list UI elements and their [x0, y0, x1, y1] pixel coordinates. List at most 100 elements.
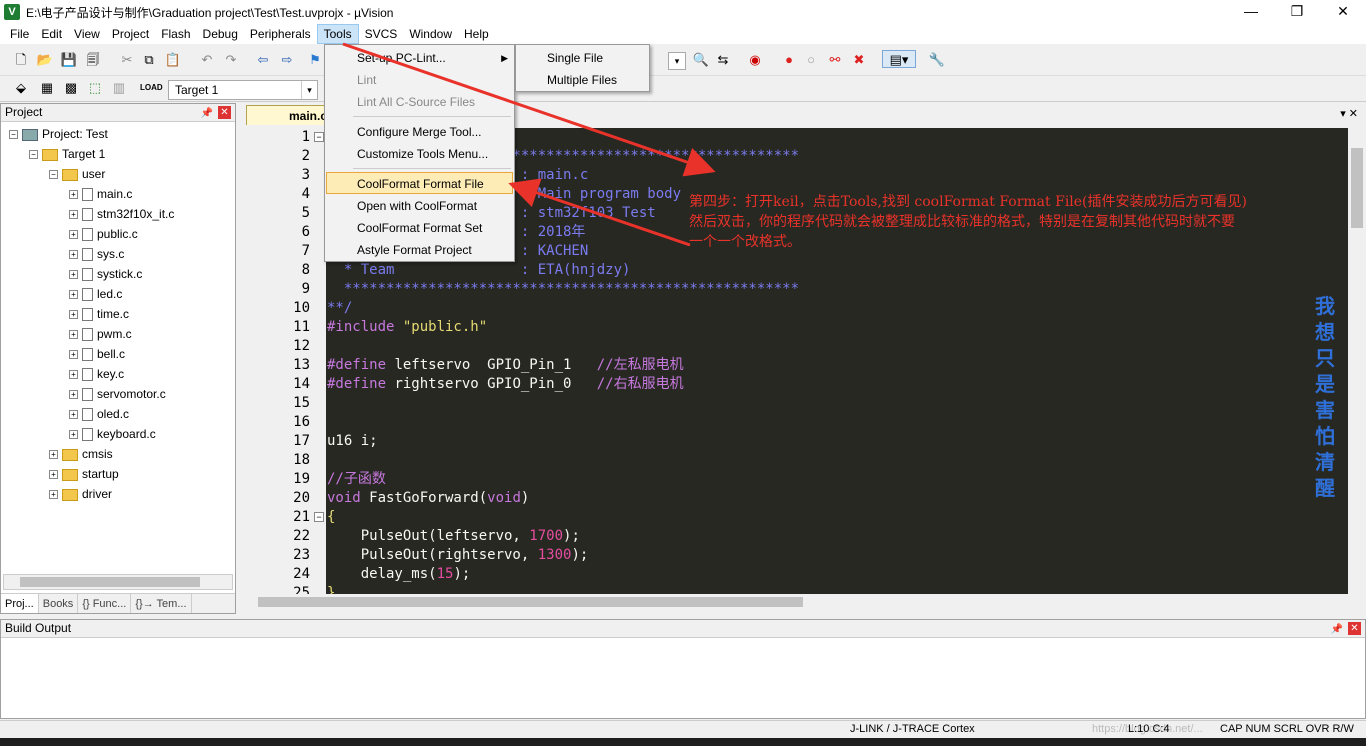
close-icon[interactable]: ✕	[218, 106, 231, 119]
tab-project[interactable]: Proj...	[1, 594, 39, 613]
close-button[interactable]: ✕	[1320, 0, 1366, 24]
expand-icon[interactable]: +	[69, 210, 78, 220]
tree-file[interactable]: + oled.c	[69, 404, 129, 424]
collapse-icon[interactable]: −	[9, 130, 18, 140]
menu-svcs[interactable]: SVCS	[359, 24, 404, 44]
menu-project[interactable]: Project	[106, 24, 155, 44]
tree-target[interactable]: − Target 1	[29, 144, 105, 164]
fold-icon[interactable]: −	[314, 512, 324, 522]
undo-icon[interactable]: ↶	[198, 51, 216, 69]
tree-group[interactable]: + driver	[49, 484, 112, 504]
collapse-icon[interactable]: −	[29, 150, 38, 160]
bookmark-icon[interactable]: ⚑	[306, 51, 324, 69]
open-folder-icon[interactable]: 📂	[36, 51, 54, 69]
collapse-icon[interactable]: −	[49, 170, 58, 180]
expand-icon[interactable]: +	[69, 230, 78, 240]
menu-item-setup-pc-lint[interactable]: Set-up PC-Lint... ▶	[327, 47, 512, 69]
tree-file[interactable]: + bell.c	[69, 344, 125, 364]
nav-back-icon[interactable]: ⇦	[254, 51, 272, 69]
project-hscrollbar[interactable]	[3, 574, 233, 590]
expand-icon[interactable]: +	[69, 430, 78, 440]
scrollbar-thumb[interactable]	[20, 577, 200, 587]
tab-templates[interactable]: {}→ Tem...	[131, 594, 192, 613]
close-icon[interactable]: ✕	[1348, 622, 1361, 635]
configure-icon[interactable]: 🔧	[928, 51, 946, 69]
breakpoint-icon[interactable]: ●	[780, 51, 798, 69]
find-combo-dropdown[interactable]: ▾	[668, 52, 686, 70]
target-select[interactable]: Target 1 ▾	[168, 80, 318, 100]
tree-file[interactable]: + led.c	[69, 284, 122, 304]
kill-all-breakpoints-icon[interactable]: ✖	[850, 51, 868, 69]
editor-tab-controls[interactable]: ▾ ✕	[1340, 107, 1358, 120]
cut-icon[interactable]: ✂	[118, 51, 136, 69]
disable-all-breakpoints-icon[interactable]: ⚯	[826, 51, 844, 69]
stop-build-icon[interactable]: ▥	[110, 79, 128, 97]
find-in-files-icon[interactable]: 🔍	[692, 51, 710, 69]
tree-file[interactable]: + time.c	[69, 304, 129, 324]
expand-icon[interactable]: +	[69, 410, 78, 420]
menu-item-lint-all[interactable]: Lint All C-Source Files	[327, 91, 512, 113]
expand-icon[interactable]: +	[49, 490, 58, 500]
expand-icon[interactable]: +	[69, 390, 78, 400]
editor-tab-main-c[interactable]: main.c	[246, 105, 336, 125]
nav-forward-icon[interactable]: ⇨	[278, 51, 296, 69]
menu-flash[interactable]: Flash	[155, 24, 196, 44]
menu-item-single-file[interactable]: Single File	[516, 47, 649, 69]
menu-item-coolformat-format-set[interactable]: CoolFormat Format Set	[327, 217, 512, 239]
window-layout-icon[interactable]: ▤▾	[882, 50, 916, 68]
tree-group[interactable]: + cmsis	[49, 444, 113, 464]
expand-icon[interactable]: +	[69, 350, 78, 360]
menu-file[interactable]: File	[4, 24, 35, 44]
menu-view[interactable]: View	[68, 24, 106, 44]
rebuild-icon[interactable]: ▩	[62, 79, 80, 97]
download-icon[interactable]: LOAD	[140, 79, 163, 97]
tree-file[interactable]: + pwm.c	[69, 324, 132, 344]
editor-vscrollbar[interactable]	[1348, 128, 1366, 594]
expand-icon[interactable]: +	[69, 310, 78, 320]
tree-file[interactable]: + keyboard.c	[69, 424, 156, 444]
expand-icon[interactable]: +	[49, 450, 58, 460]
menu-item-open-with-coolformat[interactable]: Open with CoolFormat	[327, 195, 512, 217]
tree-file[interactable]: + stm32f10x_it.c	[69, 204, 174, 224]
expand-icon[interactable]: +	[49, 470, 58, 480]
menu-item-coolformat-format-file[interactable]: CoolFormat Format File	[326, 172, 513, 194]
translate-icon[interactable]: ⬙	[12, 79, 30, 97]
menu-item-configure-merge-tool[interactable]: Configure Merge Tool...	[327, 121, 512, 143]
debug-session-icon[interactable]: ◉	[746, 51, 764, 69]
disable-breakpoint-icon[interactable]: ○	[802, 51, 820, 69]
expand-icon[interactable]: +	[69, 250, 78, 260]
batch-build-icon[interactable]: ⬚	[86, 79, 104, 97]
expand-icon[interactable]: +	[69, 270, 78, 280]
expand-icon[interactable]: +	[69, 190, 78, 200]
tree-file[interactable]: + public.c	[69, 224, 138, 244]
expand-icon[interactable]: +	[69, 330, 78, 340]
save-icon[interactable]: 💾	[60, 51, 78, 69]
tree-file[interactable]: + main.c	[69, 184, 132, 204]
menu-edit[interactable]: Edit	[35, 24, 68, 44]
build-icon[interactable]: ▦	[38, 79, 56, 97]
tab-books[interactable]: Books	[39, 594, 79, 613]
scrollbar-thumb[interactable]	[1351, 148, 1363, 228]
tab-functions[interactable]: {} Func...	[78, 594, 132, 613]
tree-group-user[interactable]: − user	[49, 164, 105, 184]
menu-tools[interactable]: Tools	[316, 24, 359, 44]
expand-icon[interactable]: +	[69, 370, 78, 380]
menu-item-customize-tools[interactable]: Customize Tools Menu...	[327, 143, 512, 165]
menu-window[interactable]: Window	[403, 24, 458, 44]
tree-project-root[interactable]: − Project: Test	[9, 124, 108, 144]
tree-group[interactable]: + startup	[49, 464, 119, 484]
new-file-icon[interactable]: 🗋	[12, 51, 30, 69]
fold-icon[interactable]: −	[314, 132, 324, 142]
tree-file[interactable]: + servomotor.c	[69, 384, 166, 404]
expand-icon[interactable]: +	[69, 290, 78, 300]
menu-item-multiple-files[interactable]: Multiple Files	[516, 69, 649, 91]
scrollbar-thumb[interactable]	[258, 597, 803, 607]
menu-item-lint[interactable]: Lint	[327, 69, 512, 91]
pin-icon[interactable]: 📌	[1331, 621, 1343, 638]
minimize-button[interactable]: —	[1228, 0, 1274, 24]
copy-icon[interactable]: ⧉	[140, 51, 158, 69]
paste-icon[interactable]: 📋	[164, 51, 182, 69]
redo-icon[interactable]: ↷	[222, 51, 240, 69]
menu-debug[interactable]: Debug	[197, 24, 244, 44]
editor-hscrollbar[interactable]	[242, 594, 1346, 610]
